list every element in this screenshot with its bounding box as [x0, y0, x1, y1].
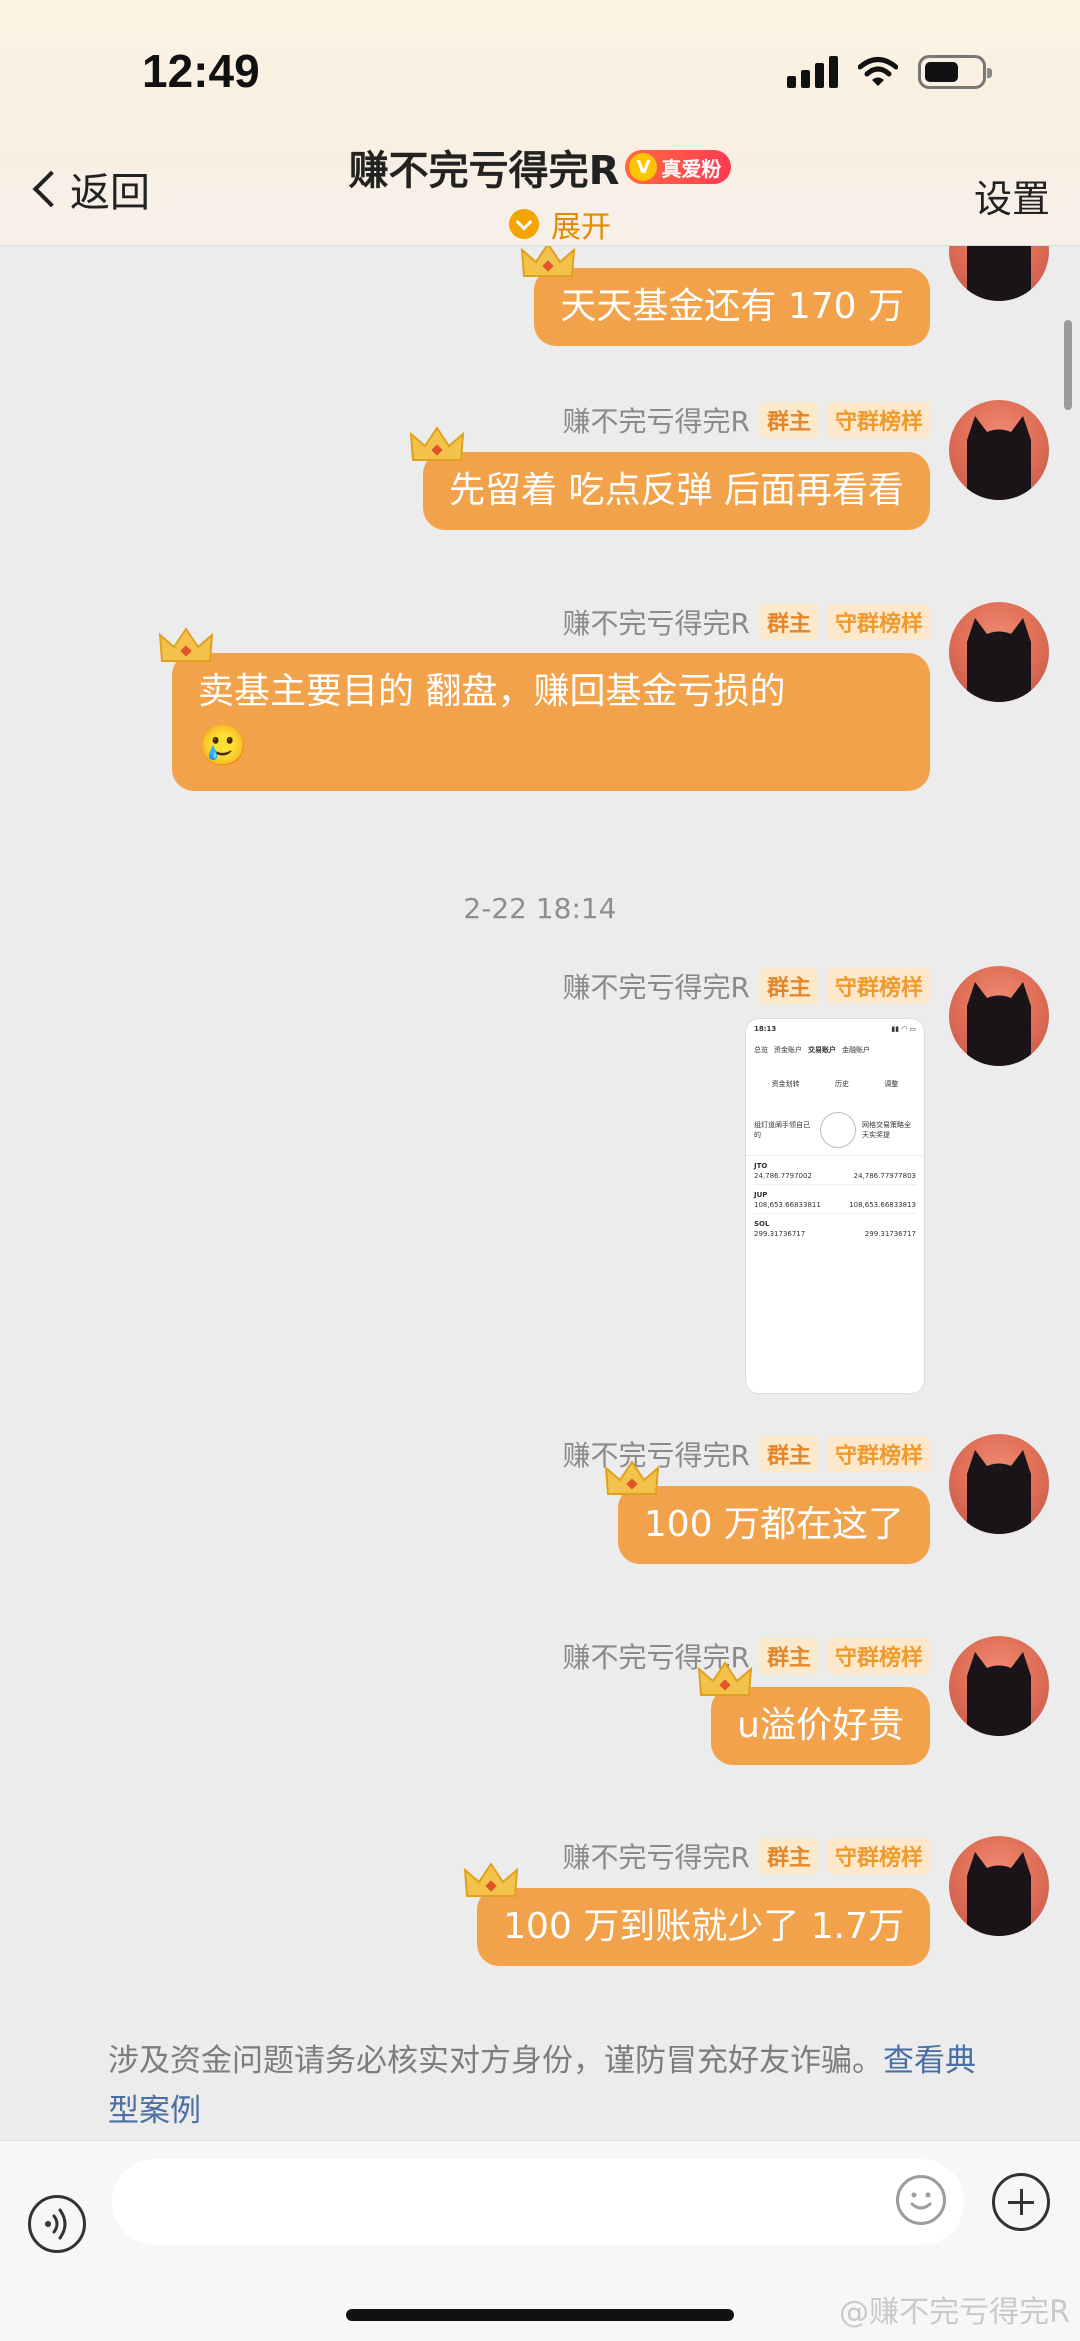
owner-tag: 群主	[759, 1436, 818, 1472]
message-text: 卖基主要目的 翻盘，赚回基金亏损的	[198, 671, 786, 712]
sender-line: 赚不完亏得完R 群主 守群榜样	[562, 966, 930, 1006]
message-input[interactable]	[112, 2159, 964, 2245]
crown-icon	[158, 627, 214, 662]
avatar[interactable]	[949, 1434, 1049, 1534]
thumb-coin: SOL	[754, 1220, 770, 1228]
thumb-action: 资金划转	[771, 1080, 800, 1088]
sender-name: 赚不完亏得完R	[562, 1841, 750, 1874]
sender-name: 赚不完亏得完R	[562, 971, 750, 1004]
sender-line: 赚不完亏得完R 群主 守群榜样	[562, 602, 930, 642]
settings-button[interactable]: 设置	[974, 168, 1050, 223]
sender-line: 赚不完亏得完R 群主 守群榜样	[562, 400, 930, 440]
watermark: @赚不完亏得完R	[839, 2295, 1070, 2330]
status-time: 12:49	[142, 45, 260, 97]
avatar[interactable]	[949, 1636, 1049, 1736]
voice-icon	[45, 2208, 67, 2240]
avatar[interactable]	[949, 246, 1049, 301]
message-text: 先留着 吃点反弹 后面再看看	[449, 470, 904, 511]
model-tag: 守群榜样	[827, 1436, 930, 1472]
crown-icon	[463, 1862, 519, 1897]
sender-line: 赚不完亏得完R 群主 守群榜样	[562, 1836, 930, 1876]
message-text: 100 万到账就少了 1.7万	[503, 1906, 904, 1947]
thumb-tab: 金融账户	[842, 1046, 870, 1054]
image-message[interactable]: 18:13 ▮▮ ◠ ▭ 总览 资金账户 交易账户 金融账户 资金划转 历史 调整…	[745, 1018, 925, 1394]
thumb-action: 历史	[834, 1080, 849, 1088]
avatar[interactable]	[949, 602, 1049, 702]
owner-tag: 群主	[759, 1838, 818, 1874]
thumb-tab: 资金账户	[774, 1046, 802, 1054]
message-text: u溢价好贵	[737, 1705, 904, 1746]
thumb-amount: 24,786.7797002	[754, 1172, 812, 1180]
emoji-button[interactable]	[896, 2175, 946, 2225]
model-tag: 守群榜样	[827, 1838, 930, 1874]
home-indicator[interactable]	[346, 2309, 734, 2321]
owner-tag: 群主	[759, 402, 818, 438]
message-bubble[interactable]: 卖基主要目的 翻盘，赚回基金亏损的 🥲	[158, 627, 930, 791]
fraud-warning-notice: 涉及资金问题请务必核实对方身份，谨防冒充好友诈骗。查看典型案例	[108, 2036, 988, 2136]
thumb-value: 24,786.77977803	[853, 1172, 916, 1180]
crown-icon	[521, 246, 576, 277]
crown-icon	[697, 1661, 753, 1696]
thumb-tab: 交易账户	[808, 1046, 836, 1054]
message-bubble[interactable]: 先留着 吃点反弹 后面再看看	[409, 426, 930, 530]
owner-tag: 群主	[759, 968, 818, 1004]
avatar[interactable]	[949, 400, 1049, 500]
message-bubble[interactable]: 100 万到账就少了 1.7万	[463, 1862, 930, 1966]
smiley-icon	[910, 2192, 932, 2210]
thumb-banner: 组灯道阐手领自己的	[754, 1121, 810, 1139]
input-bar: @赚不完亏得完R	[0, 2140, 1080, 2341]
model-tag: 守群榜样	[827, 604, 930, 640]
message-text: 天天基金还有 170 万	[560, 286, 904, 327]
crown-icon	[604, 1460, 660, 1495]
thumb-amount: 108,653.66833811	[754, 1201, 821, 1209]
model-tag: 守群榜样	[827, 402, 930, 438]
chat-title-area: 赚不完亏得完R V 真爱粉 展开	[0, 138, 1080, 246]
message-text: 100 万都在这了	[643, 1504, 904, 1545]
page-title[interactable]: 赚不完亏得完R	[349, 138, 620, 196]
thumb-amount: 299.31736717	[754, 1230, 806, 1238]
thumb-coin: JTO	[754, 1162, 768, 1170]
model-tag: 守群榜样	[827, 1638, 930, 1674]
avatar[interactable]	[949, 1836, 1049, 1936]
grimace-emoji: 🥲	[198, 723, 248, 769]
thumb-value: 108,653.66833813	[849, 1201, 916, 1209]
add-attachment-button[interactable]	[992, 2173, 1050, 2231]
owner-tag: 群主	[759, 1638, 818, 1674]
notice-text: 涉及资金问题请务必核实对方身份，谨防冒充好友诈骗。	[108, 2043, 883, 2079]
voice-input-button[interactable]	[28, 2195, 86, 2253]
expand-label: 展开	[551, 210, 611, 245]
battery-icon	[918, 55, 992, 89]
wifi-icon	[858, 57, 898, 86]
thumb-action: 调整	[884, 1080, 899, 1088]
message-bubble[interactable]: u溢价好贵	[697, 1661, 930, 1765]
fan-badge: V 真爱粉	[625, 150, 732, 184]
expand-button[interactable]: 展开	[40, 202, 1080, 246]
chat-messages[interactable]: 天天基金还有 170 万 赚不完亏得完R 群主 守群榜样 先留着 吃点反弹 后面…	[0, 246, 1080, 2140]
thumb-value: 299.31736717	[864, 1230, 916, 1238]
crown-icon	[409, 426, 465, 461]
timestamp: 2-22 18:14	[463, 892, 617, 925]
thumb-coin: JUP	[754, 1191, 768, 1199]
owner-tag: 群主	[759, 604, 818, 640]
avatar[interactable]	[949, 966, 1049, 1066]
sender-name: 赚不完亏得完R	[562, 405, 750, 438]
top-bar: 12:49 返回 赚不完亏得完R V 真爱粉 展开 设置	[0, 0, 1080, 246]
fan-badge-label: 真爱粉	[661, 156, 722, 181]
verified-v-icon: V	[629, 153, 658, 181]
thumb-banner: 网格交易策略全天实奖提	[862, 1121, 911, 1139]
status-icons	[787, 52, 992, 92]
sender-name: 赚不完亏得完R	[562, 607, 750, 640]
scrollbar[interactable]	[1064, 320, 1072, 410]
cellular-signal-icon	[787, 56, 838, 88]
chevron-down-circle-icon	[509, 209, 539, 239]
message-bubble[interactable]: 100 万都在这了	[604, 1460, 930, 1564]
model-tag: 守群榜样	[827, 968, 930, 1004]
thumb-tab: 总览	[754, 1046, 768, 1054]
message-bubble[interactable]: 天天基金还有 170 万	[521, 246, 930, 346]
thumb-time: 18:13	[754, 1025, 777, 1033]
